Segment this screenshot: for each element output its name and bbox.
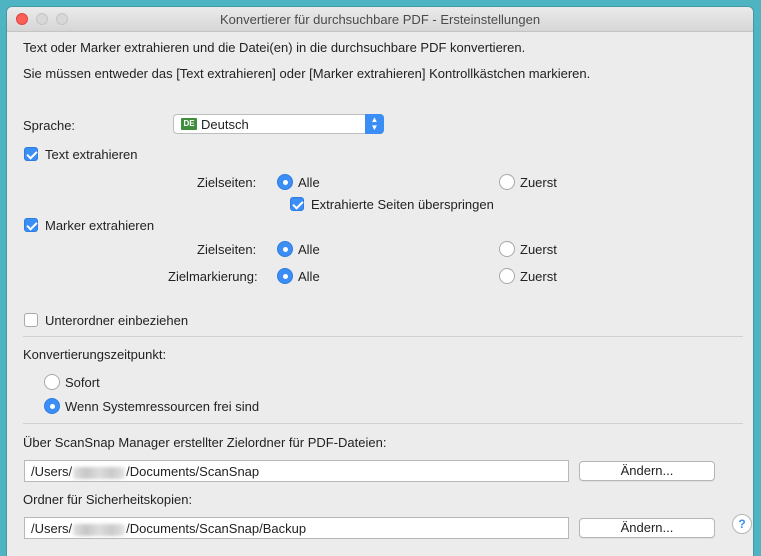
marker-target-all-radio[interactable] xyxy=(277,241,293,257)
timing-now-label: Sofort xyxy=(65,375,100,390)
redacted-username xyxy=(73,523,126,536)
marker-extract-checkbox[interactable] xyxy=(24,218,38,232)
timing-label: Konvertierungszeitpunkt: xyxy=(23,347,167,362)
settings-window: Konvertierer für durchsuchbare PDF - Ers… xyxy=(7,7,753,556)
timing-idle-radio[interactable] xyxy=(44,398,60,414)
subfolders-label: Unterordner einbeziehen xyxy=(45,313,189,328)
backup-folder-path-suffix: /Documents/ScanSnap/Backup xyxy=(126,521,307,536)
language-label: Sprache: xyxy=(23,118,76,133)
german-flag-icon: DE xyxy=(181,118,197,130)
intro-line-2: Sie müssen entweder das [Text extrahiere… xyxy=(23,66,591,81)
timing-now-radio[interactable] xyxy=(44,374,60,390)
marker-target-first-radio[interactable] xyxy=(499,241,515,257)
marker-target-first-label: Zuerst xyxy=(520,242,557,257)
redacted-username xyxy=(73,466,126,479)
text-extract-label: Text extrahieren xyxy=(45,147,138,162)
skip-extracted-pages-checkbox[interactable] xyxy=(290,197,304,211)
change-backup-folder-button[interactable]: Ändern... xyxy=(579,518,715,538)
marker-all-radio[interactable] xyxy=(277,268,293,284)
marker-first-label: Zuerst xyxy=(520,269,557,284)
text-target-pages-label: Zielseiten: xyxy=(197,175,257,190)
marker-extract-label: Marker extrahieren xyxy=(45,218,155,233)
skip-extracted-pages-label: Extrahierte Seiten überspringen xyxy=(311,197,494,212)
target-folder-field[interactable]: /Users/ /Documents/ScanSnap xyxy=(24,460,569,482)
language-value: Deutsch xyxy=(201,117,249,132)
target-folder-label: Über ScanSnap Manager erstellter Zielord… xyxy=(23,435,387,450)
timing-idle-label: Wenn Systemressourcen frei sind xyxy=(65,399,260,414)
marker-target-all-label: Alle xyxy=(298,242,320,257)
language-select[interactable]: DE Deutsch ▲ ▼ xyxy=(173,114,384,134)
text-target-first-label: Zuerst xyxy=(520,175,557,190)
marker-first-radio[interactable] xyxy=(499,268,515,284)
text-target-first-radio[interactable] xyxy=(499,174,515,190)
change-target-folder-button[interactable]: Ändern... xyxy=(579,461,715,481)
backup-folder-field[interactable]: /Users/ /Documents/ScanSnap/Backup xyxy=(24,517,569,539)
marker-all-label: Alle xyxy=(298,269,320,284)
select-arrows-icon: ▲ ▼ xyxy=(365,114,384,134)
backup-folder-label: Ordner für Sicherheitskopien: xyxy=(23,492,193,507)
marker-target-label: Zielmarkierung: xyxy=(168,269,258,284)
marker-target-pages-label: Zielseiten: xyxy=(197,242,257,257)
target-folder-path-prefix: /Users/ xyxy=(31,464,73,479)
text-target-all-label: Alle xyxy=(298,175,320,190)
separator xyxy=(23,423,743,424)
intro-line-1: Text oder Marker extrahieren und die Dat… xyxy=(23,40,526,55)
separator xyxy=(23,336,743,337)
text-extract-checkbox[interactable] xyxy=(24,147,38,161)
target-folder-path-suffix: /Documents/ScanSnap xyxy=(126,464,260,479)
backup-folder-path-prefix: /Users/ xyxy=(31,521,73,536)
text-target-all-radio[interactable] xyxy=(277,174,293,190)
window-title: Konvertierer für durchsuchbare PDF - Ers… xyxy=(219,12,541,27)
title-bar: Konvertierer für durchsuchbare PDF - Ers… xyxy=(7,7,753,32)
help-icon[interactable]: ? xyxy=(732,514,752,534)
subfolders-checkbox[interactable] xyxy=(24,313,38,327)
